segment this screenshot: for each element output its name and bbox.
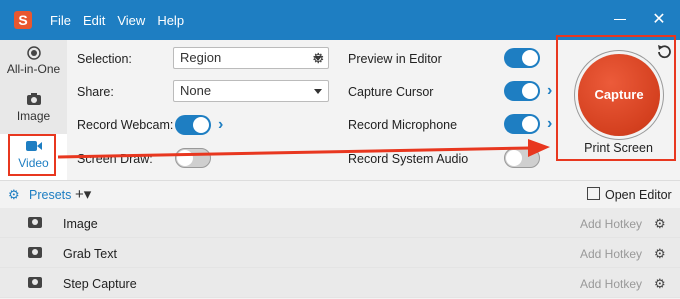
minimize-icon — [614, 19, 626, 20]
all-in-one-icon — [0, 46, 67, 60]
camera-icon — [0, 93, 67, 107]
toggle-knob — [522, 116, 538, 132]
mode-all-in-one[interactable]: All-in-One — [0, 40, 67, 86]
preset-row-image[interactable]: Image Add Hotkey ⚙ — [0, 208, 680, 238]
capture-highlight-box — [556, 35, 676, 161]
video-highlight-box — [8, 134, 56, 176]
preview-in-editor-label: Preview in Editor — [348, 52, 442, 66]
preset-row-step-capture[interactable]: Step Capture Add Hotkey ⚙ — [0, 268, 680, 298]
menu-bar: File Edit View Help — [50, 13, 184, 28]
add-hotkey-link[interactable]: Add Hotkey — [580, 277, 642, 291]
selection-value: Region — [180, 50, 222, 65]
open-editor-icon[interactable] — [587, 187, 600, 200]
preset-name: Step Capture — [63, 277, 137, 291]
snagit-capture-window: S File Edit View Help ✕ All-in-One Image — [0, 0, 680, 299]
preset-gear-icon[interactable]: ⚙ — [654, 246, 666, 262]
capture-settings-panel: Selection: Region ⚙ Share: None Record W… — [67, 40, 557, 180]
camera-icon — [28, 277, 42, 288]
share-dropdown[interactable]: None — [173, 80, 329, 102]
toggle-knob — [522, 50, 538, 66]
share-value: None — [180, 83, 212, 98]
preset-gear-icon[interactable]: ⚙ — [654, 276, 666, 292]
menu-help[interactable]: Help — [157, 13, 184, 28]
record-microphone-toggle[interactable] — [504, 114, 540, 134]
menu-file[interactable]: File — [50, 13, 71, 28]
mode-label: Image — [16, 109, 51, 123]
mode-label: All-in-One — [6, 62, 61, 76]
minimize-button[interactable] — [610, 10, 630, 30]
close-button[interactable]: ✕ — [649, 10, 669, 30]
preset-list: Image Add Hotkey ⚙ Grab Text Add Hotkey … — [0, 208, 680, 299]
open-editor-button[interactable]: Open Editor — [605, 188, 672, 202]
toggle-knob — [177, 150, 193, 166]
preset-name: Grab Text — [63, 247, 117, 261]
menu-view[interactable]: View — [117, 13, 145, 28]
app-logo-icon: S — [14, 11, 32, 29]
presets-label[interactable]: Presets — [29, 188, 71, 202]
record-system-audio-toggle[interactable] — [504, 148, 540, 168]
selection-gear-icon[interactable]: ⚙ — [312, 51, 326, 65]
preset-row-grab-text[interactable]: Grab Text Add Hotkey ⚙ — [0, 238, 680, 268]
camera-icon — [28, 247, 42, 258]
record-system-audio-label: Record System Audio — [348, 152, 469, 166]
preview-in-editor-toggle[interactable] — [504, 48, 540, 68]
capture-cursor-label: Capture Cursor — [348, 85, 434, 99]
screen-draw-label: Screen Draw: — [77, 152, 153, 166]
title-bar: S File Edit View Help ✕ — [0, 0, 680, 40]
screen-draw-toggle[interactable] — [175, 148, 211, 168]
camera-icon — [28, 217, 42, 228]
selection-dropdown[interactable]: Region — [173, 47, 329, 69]
selection-label: Selection: — [77, 52, 132, 66]
presets-bar: ⚙ Presets +▾ Open Editor — [0, 180, 680, 208]
menu-edit[interactable]: Edit — [83, 13, 105, 28]
record-webcam-chevron-icon[interactable]: › — [218, 117, 223, 133]
toggle-knob — [506, 150, 522, 166]
capture-cursor-toggle[interactable] — [504, 81, 540, 101]
add-preset-button[interactable]: +▾ — [75, 185, 91, 203]
record-microphone-chevron-icon[interactable]: › — [547, 116, 552, 132]
toggle-knob — [193, 117, 209, 133]
add-hotkey-link[interactable]: Add Hotkey — [580, 247, 642, 261]
share-label: Share: — [77, 85, 114, 99]
record-webcam-label: Record Webcam: — [77, 118, 174, 132]
toggle-knob — [522, 83, 538, 99]
mode-image[interactable]: Image — [0, 87, 67, 133]
capture-cursor-chevron-icon[interactable]: › — [547, 83, 552, 99]
record-microphone-label: Record Microphone — [348, 118, 458, 132]
add-hotkey-link[interactable]: Add Hotkey — [580, 217, 642, 231]
presets-gear-icon[interactable]: ⚙ — [8, 187, 20, 203]
record-webcam-toggle[interactable] — [175, 115, 211, 135]
chevron-down-icon — [314, 89, 322, 94]
preset-gear-icon[interactable]: ⚙ — [654, 216, 666, 232]
preset-name: Image — [63, 217, 98, 231]
